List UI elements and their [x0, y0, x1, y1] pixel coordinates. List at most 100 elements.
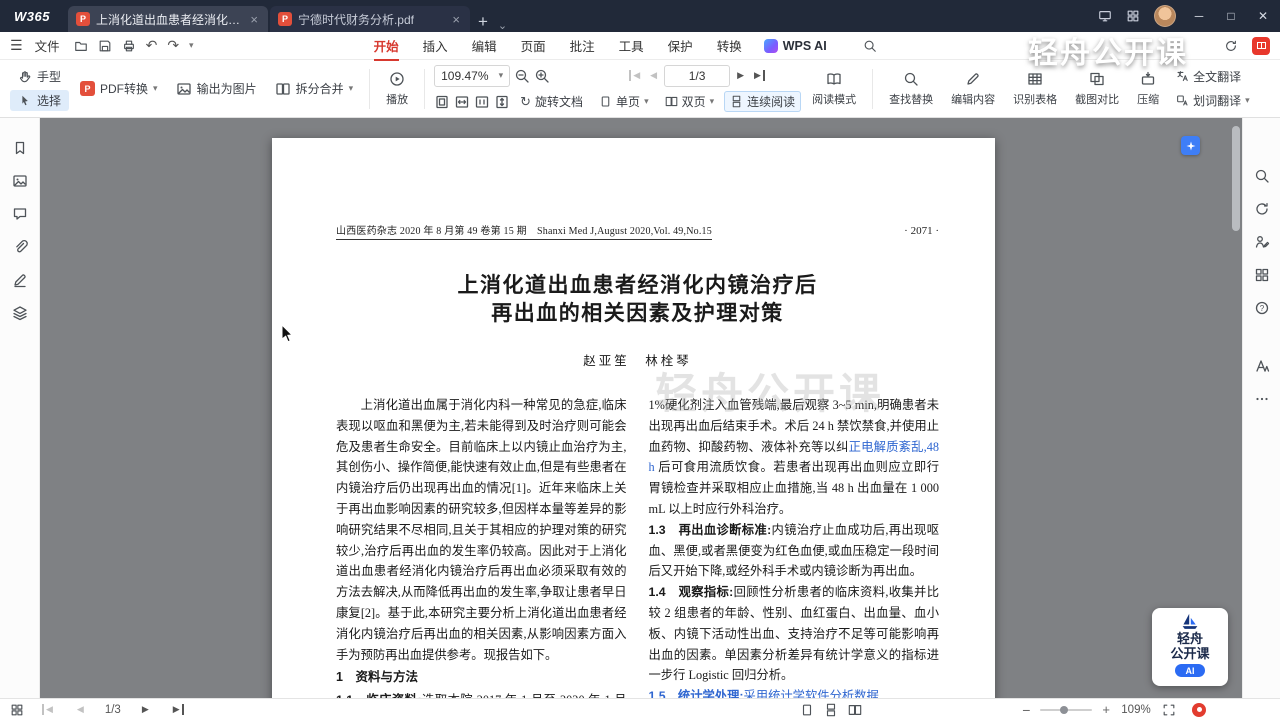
- zoom-out-button[interactable]: −: [1022, 702, 1030, 718]
- document-viewport[interactable]: 山西医药杂志 2020 年 8 月第 49 卷第 15 期 Shanxi Med…: [40, 118, 1242, 698]
- svg-text:?: ?: [1259, 304, 1264, 313]
- paragraph: 上消化道出血属于消化内科一种常见的急症,临床表现以呕血和黑便为主,若未能得到及时…: [336, 398, 627, 662]
- convert-icon[interactable]: [1254, 201, 1270, 217]
- table-icon: [1028, 72, 1042, 85]
- double-page-button[interactable]: 双页 ▾: [659, 91, 721, 112]
- scrollbar-thumb[interactable]: [1232, 126, 1240, 231]
- attachments-icon[interactable]: [12, 239, 28, 255]
- fullscreen-icon[interactable]: [1162, 703, 1176, 717]
- close-tab-icon[interactable]: ×: [450, 12, 462, 27]
- fit-height-icon[interactable]: [494, 94, 510, 110]
- edit-content-button[interactable]: 编辑内容: [944, 68, 1002, 110]
- last-page-icon[interactable]: ▶: [170, 704, 184, 715]
- maximize-button[interactable]: □: [1222, 9, 1240, 23]
- document-tab-2[interactable]: P 宁德时代财务分析.pdf ×: [269, 6, 470, 32]
- menu-home[interactable]: 开始: [362, 31, 411, 61]
- minimize-button[interactable]: ─: [1190, 9, 1208, 23]
- menu-tools[interactable]: 工具: [607, 31, 656, 60]
- thumbnails-icon[interactable]: [12, 173, 28, 189]
- first-page-icon[interactable]: ◀: [42, 704, 56, 715]
- rotate-document-button[interactable]: ↻ 旋转文档: [514, 91, 589, 112]
- floating-assistant-button[interactable]: [1181, 136, 1200, 155]
- compress-button[interactable]: 压缩: [1130, 68, 1166, 110]
- thumbnail-panel-icon[interactable]: [10, 703, 24, 717]
- zoom-out-icon[interactable]: [514, 68, 530, 84]
- single-page-button[interactable]: 单页 ▾: [593, 91, 655, 112]
- fit-page-icon[interactable]: [434, 94, 450, 110]
- double-page-view-icon[interactable]: [848, 703, 862, 717]
- help-icon[interactable]: ?: [1254, 300, 1270, 316]
- wps-ai-button[interactable]: WPS AI: [754, 35, 837, 57]
- history-sync-icon[interactable]: [1224, 39, 1238, 53]
- main-menu-icon[interactable]: ☰: [10, 37, 23, 54]
- new-tab-button[interactable]: +: [470, 12, 496, 32]
- export-image-button[interactable]: 输出为图片: [169, 72, 264, 105]
- open-folder-icon[interactable]: [74, 39, 88, 53]
- document-tab-1[interactable]: P 上消化道出血患者经消化内镜 ×: [67, 6, 268, 32]
- previous-page-icon[interactable]: ◀: [647, 70, 660, 81]
- next-page-icon[interactable]: ▶: [139, 704, 152, 715]
- single-page-view-icon[interactable]: [800, 703, 814, 717]
- zoom-in-icon[interactable]: [534, 68, 550, 84]
- search-icon[interactable]: [863, 39, 877, 53]
- quick-access-caret-icon[interactable]: ▾: [189, 40, 194, 51]
- record-button[interactable]: [1192, 702, 1206, 717]
- paragraph: 1.5 统计学处理:采用统计学软件分析数据,: [649, 686, 940, 698]
- first-page-icon[interactable]: ◀: [629, 70, 643, 81]
- layers-icon[interactable]: [12, 305, 28, 321]
- comments-icon[interactable]: [12, 206, 28, 222]
- apps-grid-icon[interactable]: [1254, 267, 1270, 283]
- window-mode-icon[interactable]: [1098, 9, 1112, 23]
- promo-badge-icon[interactable]: [1252, 36, 1270, 55]
- play-button[interactable]: 播放: [379, 68, 415, 110]
- actual-size-icon[interactable]: [474, 94, 490, 110]
- find-replace-button[interactable]: 查找替换: [882, 68, 940, 110]
- continuous-read-button[interactable]: 连续阅读: [724, 91, 802, 112]
- menu-page[interactable]: 页面: [509, 31, 558, 60]
- continuous-view-icon[interactable]: [824, 703, 838, 717]
- menu-convert[interactable]: 转换: [705, 31, 754, 60]
- page-indicator-box[interactable]: 1/3: [664, 64, 731, 87]
- user-avatar[interactable]: [1154, 5, 1176, 27]
- fit-width-icon[interactable]: [454, 94, 470, 110]
- pdf-convert-button[interactable]: P PDF转换 ▾: [73, 72, 165, 105]
- screenshot-compare-button[interactable]: 截图对比: [1068, 68, 1126, 110]
- wps-logo[interactable]: W365: [14, 9, 50, 24]
- zoom-slider[interactable]: [1040, 705, 1093, 714]
- select-tool-button[interactable]: 选择: [10, 90, 70, 111]
- recognize-table-button[interactable]: 识别表格: [1006, 68, 1064, 110]
- previous-page-icon[interactable]: ◀: [74, 704, 87, 715]
- menu-edit[interactable]: 编辑: [460, 31, 509, 60]
- next-page-icon[interactable]: ▶: [734, 70, 747, 81]
- save-icon[interactable]: [98, 39, 112, 53]
- hand-tool-label: 手型: [37, 70, 62, 84]
- vertical-scrollbar[interactable]: [1232, 126, 1240, 683]
- printer-icon[interactable]: [122, 39, 136, 53]
- undo-icon[interactable]: ↶: [146, 37, 158, 54]
- full-translate-button[interactable]: 全文翻译: [1170, 66, 1256, 87]
- signature-person-icon[interactable]: [1254, 234, 1270, 250]
- zoom-in-button[interactable]: +: [1102, 702, 1110, 717]
- last-page-icon[interactable]: ▶: [751, 70, 765, 81]
- redo-icon[interactable]: ↷: [167, 37, 179, 54]
- pdf-page[interactable]: 山西医药杂志 2020 年 8 月第 49 卷第 15 期 Shanxi Med…: [272, 138, 995, 698]
- hand-tool-button[interactable]: 手型: [10, 66, 69, 87]
- article-title-line2: 再出血的相关因素及护理对策: [491, 302, 784, 325]
- apps-icon[interactable]: [1126, 9, 1140, 23]
- menu-annotate[interactable]: 批注: [558, 31, 607, 60]
- close-window-button[interactable]: ✕: [1254, 9, 1272, 23]
- menu-insert[interactable]: 插入: [411, 31, 460, 60]
- more-options-icon[interactable]: [1254, 391, 1270, 407]
- close-tab-icon[interactable]: ×: [248, 12, 260, 27]
- file-menu[interactable]: 文件: [27, 33, 68, 58]
- search-panel-icon[interactable]: [1254, 168, 1270, 184]
- bookmark-icon[interactable]: [12, 140, 28, 156]
- zoom-select[interactable]: 109.47% ▾: [434, 64, 511, 87]
- word-translate-button[interactable]: 划词翻译 ▾: [1170, 90, 1256, 111]
- read-mode-button[interactable]: 阅读模式: [805, 68, 863, 110]
- font-settings-icon[interactable]: [1254, 358, 1270, 374]
- menu-protect[interactable]: 保护: [656, 31, 705, 60]
- signature-icon[interactable]: [12, 272, 28, 288]
- split-merge-button[interactable]: 拆分合并 ▾: [268, 72, 361, 105]
- zoom-slider-thumb[interactable]: [1060, 705, 1069, 714]
